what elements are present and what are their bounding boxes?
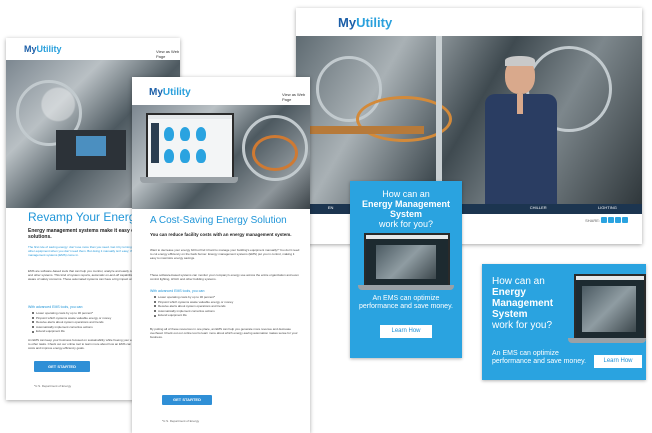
facebook-icon[interactable] (601, 217, 607, 223)
video-player[interactable] (296, 36, 642, 204)
laptop-base (358, 285, 454, 290)
brand-logo: MyUtility (24, 44, 62, 54)
ad-body: An EMS can optimize performance and save… (492, 350, 587, 365)
learn-how-button[interactable]: Learn How (594, 355, 642, 368)
tools-label: With advanced EMS tools, you can: (150, 289, 206, 293)
presenter-figure (481, 56, 561, 204)
web-view-link[interactable]: View as Web Page (156, 49, 180, 59)
benefit-list: Lower operating costs by up to 30 percen… (154, 295, 300, 318)
ad-body: An EMS can optimize performance and save… (358, 295, 454, 310)
footnote: *U.S. Department of Energy (34, 384, 72, 388)
video-landing-page: MyUtility EN CHILLER LIGHTING SHARE: (296, 8, 642, 244)
closing-text: By putting all of these resources in one… (150, 327, 298, 339)
learn-how-button[interactable]: Learn How (380, 325, 432, 338)
get-started-button[interactable]: GET STARTED (34, 361, 90, 372)
tools-label: With advanced EMS tools, you can: (28, 305, 84, 309)
body-text: Want to decrease your energy bill but fi… (150, 248, 300, 260)
video-nav-bar: EN CHILLER LIGHTING (296, 204, 642, 214)
laptop-screen (574, 274, 646, 340)
nav-tab-chiller[interactable]: CHILLER (504, 204, 573, 214)
linkedin-icon[interactable] (608, 217, 614, 223)
email-headline: A Cost-Saving Energy Solution (150, 215, 287, 226)
ad-headline: How can an Energy Management System work… (492, 276, 554, 331)
web-view-link[interactable]: View as Web Page (282, 92, 310, 102)
email-subhead: You can reduce facility costs with an en… (150, 232, 292, 237)
body-text: These software-based systems can monitor… (150, 273, 299, 281)
list-item: Extend equipment life (154, 313, 300, 318)
email-front: MyUtility View as Web Page A Cost-Saving… (132, 77, 310, 433)
laptop-base (568, 338, 646, 343)
email-icon[interactable] (615, 217, 621, 223)
laptop-screen (364, 233, 450, 287)
share-label: SHARE: (585, 217, 600, 223)
banner-ad-tall[interactable]: How can an Energy Management System work… (350, 181, 462, 358)
nav-tab-lighting[interactable]: LIGHTING (573, 204, 642, 214)
banner-ad-wide[interactable]: How can an Energy Management System work… (482, 264, 646, 380)
hero-photo (132, 105, 310, 209)
brand-logo: MyUtility (338, 15, 393, 30)
footnote: *U.S. Department of Energy (162, 419, 200, 423)
brand-logo: MyUtility (149, 87, 191, 98)
twitter-icon[interactable] (622, 217, 628, 223)
get-started-button[interactable]: GET STARTED (162, 395, 212, 405)
share-row: SHARE: (585, 217, 628, 223)
ad-headline: How can an Energy Management System work… (361, 189, 451, 229)
laptop-screen (146, 113, 234, 179)
laptop-base (140, 177, 238, 183)
